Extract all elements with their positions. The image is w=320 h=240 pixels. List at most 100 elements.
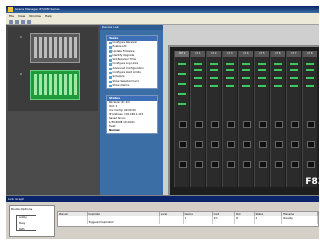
chassis-slot[interactable]: LT 6 [270,51,285,187]
slot-label: CIP 1 [175,51,189,57]
status-led [306,69,314,71]
port-connector [227,161,235,168]
route-label-lobby: Lobby [19,216,27,219]
app-icon [8,7,13,12]
port-connector [307,161,315,168]
port-connector [179,161,187,168]
port-connector [291,161,299,168]
chassis-device: CIP 1 LT 1 LT 2 LT 3 LT 4 LT 5 LT 6 LT 7 LT 8 F8… [168,45,319,195]
chassis-slot[interactable]: CIP 1 [174,51,189,187]
port-connector [243,161,251,168]
task-icon [109,71,112,75]
task-icon [109,76,112,79]
table-cell: Triggered Duplicated [87,220,160,224]
status-led [194,85,202,87]
status-led [242,85,250,87]
toolbar-refresh-icon[interactable] [27,20,31,24]
table-cell [183,220,213,224]
status-led [226,85,234,87]
status-led [194,69,202,71]
link-table: Manual Duplicate Local Device Card Slot Status… [57,211,319,227]
slot-label: LT 5 [255,51,269,57]
status-led [178,63,186,65]
port-connector [179,141,187,148]
port-connector [227,141,235,148]
status-led [258,85,266,87]
port-connector [307,121,315,128]
status-led [290,77,298,79]
task-icon [109,63,112,66]
chassis-slot[interactable]: LT 2 [206,51,221,187]
task-icon [109,84,112,88]
status-led [242,69,250,71]
port-connector [259,161,267,168]
status-led [306,63,314,65]
chassis-slot[interactable]: LT 1 [190,51,205,187]
table-cell [254,220,283,224]
link-graph-title: Link Graph [6,196,319,202]
tasks-card: Tasks Configure Receiver Enable LDI Update… [106,35,158,90]
status-led [178,83,186,85]
table-row[interactable]: Triggered Duplicated [58,220,318,224]
port-connector [195,141,203,148]
slot-label: LT 7 [287,51,301,57]
port-connector [291,141,299,148]
status-led [226,63,234,65]
status-led [290,63,298,65]
port-connector [227,121,235,128]
status-led [258,63,266,65]
chassis-label-2: 2 [20,72,22,76]
slot-label: LT 4 [239,51,253,57]
chassis-brand-label: F83 [305,177,319,187]
task-list: Configure Receiver Enable LDI Update Firmw… [107,41,157,88]
tasks-panel-header: Device Lab [100,25,163,30]
chassis-thumbnail-2-selected[interactable] [30,70,80,100]
status-led [210,63,218,65]
status-led [274,77,282,79]
port-connector [259,121,267,128]
slot-label: LT 1 [191,51,205,57]
route-line [16,215,17,231]
chassis-thumbnail-area: 1 2 [8,27,98,111]
tasks-panel: Device Lab Tasks Configure Receiver Enabl… [100,25,163,195]
chassis-tree-panel: 1 2 [6,25,100,195]
status-led [242,77,250,79]
status-list: Receiver ID: 2/3 Slot: 2 Uni Config: 00:00… [107,101,157,133]
port-connector [195,121,203,128]
title-bar: Scene Manager 8720M Series [6,6,319,13]
chassis-slot[interactable]: LT 8 [302,51,317,187]
port-connector [243,121,251,128]
chassis-slot[interactable]: LT 4 [238,51,253,187]
chassis-slot[interactable]: LT 3 [222,51,237,187]
port-connector [179,121,187,128]
status-led [274,69,282,71]
table-cell [58,220,88,224]
chassis-label-1: 1 [20,35,22,39]
table-cell [281,220,318,224]
slot-label: LT 6 [271,51,285,57]
status-led [210,77,218,79]
slot-label: LT 8 [303,51,317,57]
status-card: Status Receiver ID: 2/3 Slot: 2 Uni Config… [106,95,158,134]
status-led [258,77,266,79]
chassis-thumbnail-1[interactable] [30,33,80,63]
toolbar-new-icon[interactable] [9,20,13,24]
task-icon [109,50,112,53]
status-led [306,77,314,79]
table-cell [159,220,184,224]
task-icon [109,46,112,49]
port-connector [291,121,299,128]
status-led [178,93,186,95]
chassis-slot[interactable]: LT 5 [254,51,269,187]
table-cell [234,220,255,224]
task-item[interactable]: Show Alarms [107,84,157,88]
link-graph-panel: Link Graph Route Options Lobby Busy Path… [6,195,319,239]
toolbar-save-icon[interactable] [21,20,25,24]
slot-label: LT 3 [223,51,237,57]
task-icon [109,41,112,45]
toolbar-open-icon[interactable] [15,20,19,24]
chassis-slot[interactable]: LT 7 [286,51,301,187]
port-connector [275,161,283,168]
route-options-title: Route Options [11,207,33,211]
port-connector [211,161,219,168]
